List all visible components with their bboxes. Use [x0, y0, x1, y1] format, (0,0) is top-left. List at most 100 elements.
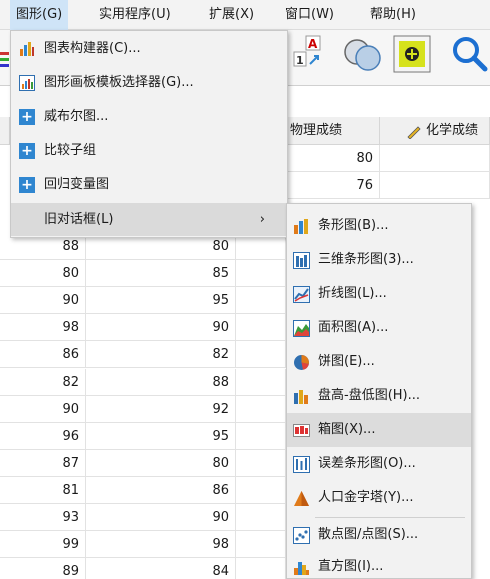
menu-utilities[interactable]: 实用程序(U) — [93, 0, 177, 30]
menu-item-compare-subgroups[interactable]: + 比较子组 — [11, 134, 287, 167]
cell-math[interactable]: 87 — [0, 450, 86, 477]
cell-math[interactable]: 90 — [0, 396, 86, 423]
plus-icon: + — [19, 177, 35, 193]
cell-physics[interactable]: 86 — [86, 477, 236, 504]
cell-math[interactable]: 82 — [0, 369, 86, 396]
cell-empty[interactable] — [236, 531, 286, 558]
column-header-chemistry[interactable]: 化学成绩 — [380, 117, 490, 145]
menu-item-chart-builder[interactable]: 图表构建器(C)... — [11, 32, 287, 65]
menu-item-label: 回归变量图 — [44, 177, 110, 192]
cell-math[interactable]: 93 — [0, 504, 86, 531]
menu-item-3d-bar[interactable]: 三维条形图(3)... — [287, 243, 471, 277]
cell-physics[interactable]: 90 — [86, 314, 236, 341]
sets-icon[interactable] — [341, 36, 383, 72]
scale-ruler-icon — [406, 117, 422, 145]
cell-physics[interactable]: 82 — [86, 341, 236, 368]
menu-item-legacy-dialogs[interactable]: 旧对话框(L) › — [11, 203, 287, 236]
histogram-icon — [294, 562, 309, 575]
cell-empty[interactable] — [236, 423, 286, 450]
cell-physics[interactable]: 98 — [86, 531, 236, 558]
value-labels-icon[interactable]: A 1 — [292, 34, 326, 68]
chart-builder-icon — [20, 42, 34, 56]
column-header-math-partial[interactable] — [0, 117, 10, 145]
menu-graphs[interactable]: 图形(G) — [10, 0, 69, 30]
menu-item-pie[interactable]: 饼图(E)... — [287, 345, 471, 379]
cell-physics[interactable]: 90 — [86, 504, 236, 531]
cell-empty[interactable] — [236, 558, 286, 579]
scatter-icon — [293, 527, 310, 544]
menu-window[interactable]: 窗口(W) — [279, 0, 340, 30]
menu-item-regression-plots[interactable]: + 回归变量图 — [11, 168, 287, 201]
cell-physics-1[interactable]: 80 — [286, 145, 380, 172]
cell-physics[interactable]: 95 — [86, 423, 236, 450]
menu-item-histogram[interactable]: 直方图(I)... — [287, 550, 471, 579]
cell-empty[interactable] — [236, 504, 286, 531]
graphs-menu: 图表构建器(C)... 图形画板模板选择器(G)... + 威布尔图... + … — [10, 30, 288, 238]
cell-math[interactable]: 98 — [0, 314, 86, 341]
menu-item-label: 误差条形图(O)... — [318, 456, 416, 471]
cell-physics[interactable]: 85 — [86, 260, 236, 287]
cell-math[interactable]: 80 — [0, 260, 86, 287]
cell-empty[interactable] — [236, 260, 286, 287]
cell-physics[interactable]: 95 — [86, 287, 236, 314]
cell-physics-2[interactable]: 76 — [286, 172, 380, 199]
pyramid-icon — [294, 491, 309, 506]
menu-item-label: 直方图(I)... — [318, 559, 384, 574]
submenu-arrow-icon: › — [259, 212, 265, 227]
menubar: 图形(G) 实用程序(U) 扩展(X) 窗口(W) 帮助(H) — [0, 0, 490, 30]
menu-item-bar[interactable]: 条形图(B)... — [287, 209, 471, 243]
search-icon[interactable] — [449, 35, 489, 75]
menu-item-label: 条形图(B)... — [318, 218, 389, 233]
menu-item-label: 面积图(A)... — [318, 320, 389, 335]
menu-item-label: 饼图(E)... — [318, 354, 375, 369]
cell-physics[interactable]: 88 — [86, 369, 236, 396]
cell-physics[interactable]: 84 — [86, 558, 236, 579]
menu-item-label: 图形画板模板选择器(G)... — [44, 75, 194, 90]
menu-item-scatter[interactable]: 散点图/点图(S)... — [287, 518, 471, 552]
boxplot-icon — [293, 424, 310, 437]
cell-chemistry-1[interactable] — [380, 145, 490, 172]
cell-empty[interactable] — [236, 341, 286, 368]
cell-math[interactable]: 90 — [0, 287, 86, 314]
menu-item-label: 旧对话框(L) — [44, 212, 114, 227]
cell-math[interactable]: 96 — [0, 423, 86, 450]
cell-empty[interactable] — [236, 477, 286, 504]
column-header-physics[interactable]: 物理成绩 — [286, 117, 380, 145]
menu-help[interactable]: 帮助(H) — [364, 0, 422, 30]
menu-item-high-low[interactable]: 盘高-盘低图(H)... — [287, 379, 471, 413]
template-chooser-icon — [19, 75, 35, 91]
cell-chemistry-2[interactable] — [380, 172, 490, 199]
menu-extensions[interactable]: 扩展(X) — [203, 0, 260, 30]
cell-empty[interactable] — [236, 287, 286, 314]
menu-item-label: 图表构建器(C)... — [44, 41, 141, 56]
cell-physics[interactable]: 80 — [86, 450, 236, 477]
menu-item-pyramid[interactable]: 人口金字塔(Y)... — [287, 481, 471, 515]
cell-physics[interactable]: 92 — [86, 396, 236, 423]
cell-math[interactable]: 86 — [0, 341, 86, 368]
svg-text:A: A — [308, 37, 318, 51]
menu-item-error-bar[interactable]: 误差条形图(O)... — [287, 447, 471, 481]
cell-empty[interactable] — [236, 314, 286, 341]
custom-tables-icon[interactable] — [393, 35, 433, 75]
high-low-chart-icon — [294, 390, 308, 404]
cell-empty[interactable] — [236, 396, 286, 423]
legacy-dialogs-menu: 条形图(B)... 三维条形图(3)... 折线图(L)... 面积图(A)..… — [286, 203, 472, 579]
error-bar-icon — [293, 456, 310, 473]
menu-item-label: 威布尔图... — [44, 109, 109, 124]
menu-item-label: 折线图(L)... — [318, 286, 387, 301]
menu-item-template-chooser[interactable]: 图形画板模板选择器(G)... — [11, 66, 287, 99]
cell-math[interactable]: 99 — [0, 531, 86, 558]
3d-bar-chart-icon — [293, 252, 310, 269]
toolbar-icon-partial[interactable] — [0, 48, 10, 70]
area-chart-icon — [293, 320, 310, 337]
cell-empty[interactable] — [236, 369, 286, 396]
menu-item-line[interactable]: 折线图(L)... — [287, 277, 471, 311]
cell-empty[interactable] — [236, 450, 286, 477]
menu-item-boxplot[interactable]: 箱图(X)... — [287, 413, 471, 447]
menu-item-area[interactable]: 面积图(A)... — [287, 311, 471, 345]
menu-item-label: 盘高-盘低图(H)... — [318, 388, 421, 403]
menu-item-weibull[interactable]: + 威布尔图... — [11, 100, 287, 133]
line-chart-icon — [293, 286, 310, 303]
cell-math[interactable]: 81 — [0, 477, 86, 504]
cell-math[interactable]: 89 — [0, 558, 86, 579]
